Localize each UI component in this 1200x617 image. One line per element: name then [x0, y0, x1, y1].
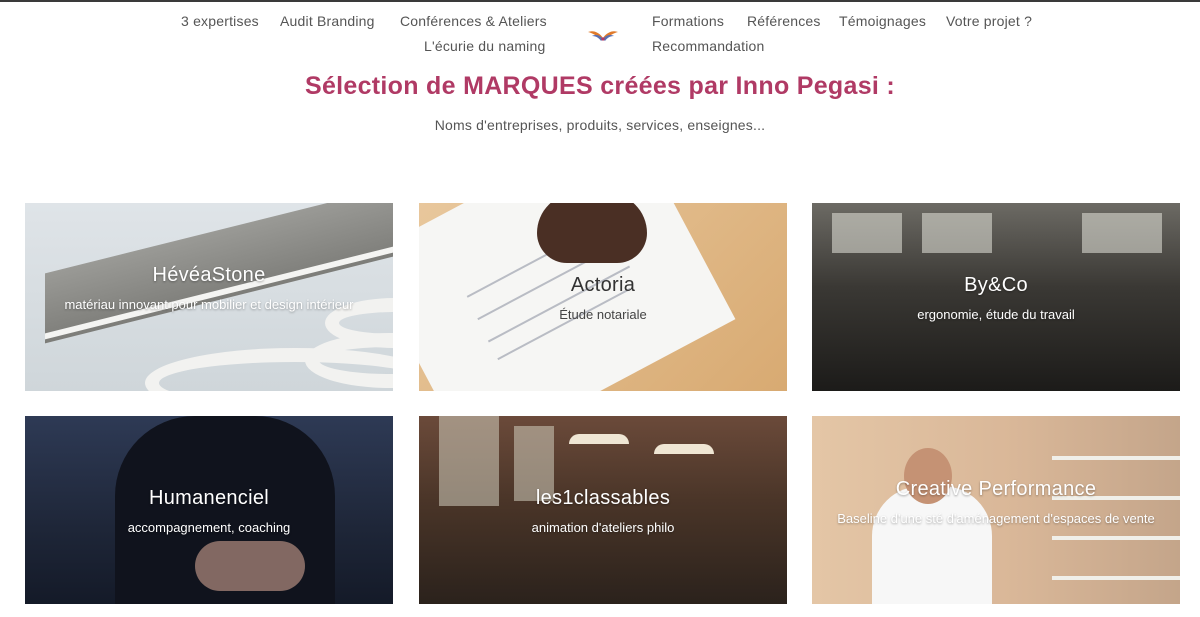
- card-title: les1classables: [535, 487, 671, 509]
- card-title: By&Co: [964, 274, 1028, 296]
- card-description: accompagnement, coaching: [127, 520, 291, 535]
- brand-card-byco[interactable]: By&Co ergonomie, étude du travail: [812, 203, 1180, 391]
- card-title: HévéaStone: [152, 264, 266, 286]
- page-title: Sélection de MARQUES créées par Inno Peg…: [304, 72, 896, 100]
- brand-card-les1classables[interactable]: les1classables animation d'ateliers phil…: [419, 416, 787, 604]
- brand-card-creative-performance[interactable]: Creative Performance Baseline d'une sté …: [812, 416, 1180, 604]
- card-description: animation d'ateliers philo: [531, 520, 675, 535]
- brand-card-heveastone[interactable]: HévéaStone matériau innovant pour mobili…: [25, 203, 393, 391]
- brand-card-humanenciel[interactable]: Humanenciel accompagnement, coaching: [25, 416, 393, 604]
- nav-references[interactable]: Références: [747, 12, 821, 30]
- nav-votre-projet[interactable]: Votre projet ?: [946, 12, 1032, 30]
- nav-conferences-ateliers[interactable]: Conférences & Ateliers: [400, 12, 547, 30]
- card-title: Humanenciel: [148, 487, 270, 509]
- card-description: matériau innovant pour mobilier et desig…: [64, 297, 354, 312]
- nav-recommandation[interactable]: Recommandation: [652, 37, 765, 55]
- nav-3-expertises[interactable]: 3 expertises: [181, 12, 259, 30]
- card-description: ergonomie, étude du travail: [917, 307, 1075, 322]
- nav-formations[interactable]: Formations: [652, 12, 724, 30]
- nav-audit-branding[interactable]: Audit Branding: [280, 12, 375, 30]
- card-title: Creative Performance: [895, 478, 1097, 500]
- card-description: Baseline d'une sté d'aménagement d'espac…: [837, 511, 1155, 526]
- pegasus-wings-logo-icon[interactable]: [587, 24, 619, 42]
- brand-card-actoria[interactable]: Actoria Étude notariale: [419, 203, 787, 391]
- nav-temoignages[interactable]: Témoignages: [839, 12, 926, 30]
- card-title: Actoria: [570, 274, 636, 296]
- page-subtitle: Noms d'entreprises, produits, services, …: [434, 117, 766, 133]
- top-border: [0, 0, 1200, 2]
- nav-ecurie-du-naming[interactable]: L'écurie du naming: [424, 37, 545, 55]
- card-description: Étude notariale: [559, 307, 647, 322]
